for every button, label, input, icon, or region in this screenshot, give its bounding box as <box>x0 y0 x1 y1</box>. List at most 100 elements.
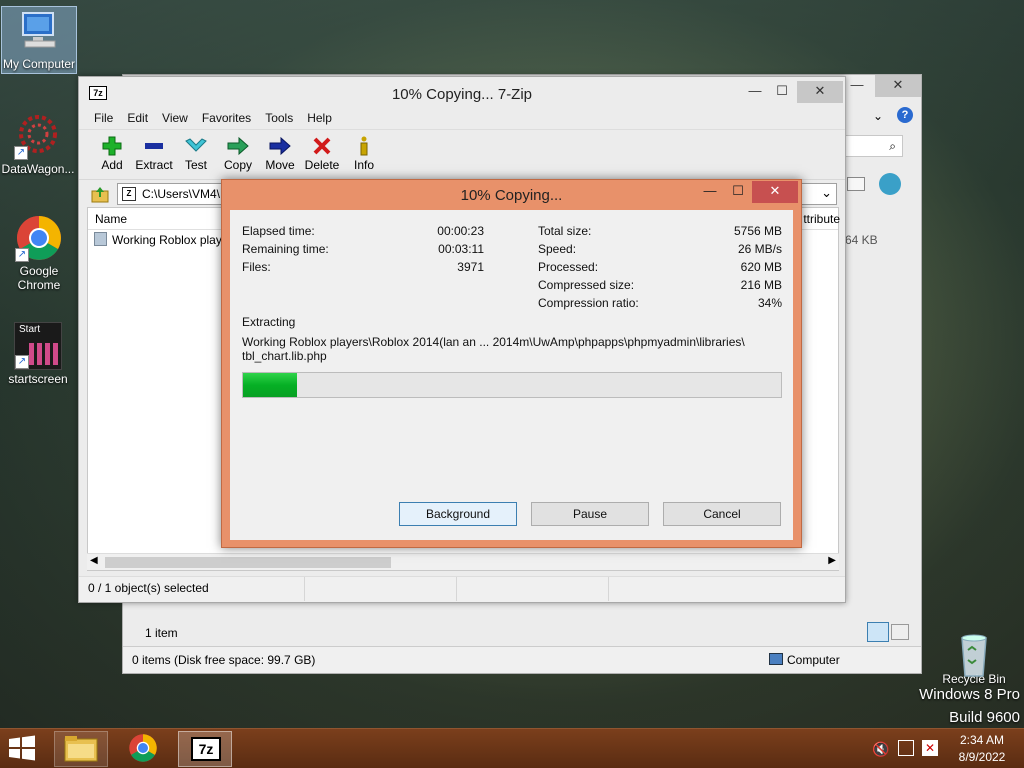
horizontal-scrollbar[interactable]: ◀ ▶ <box>87 553 839 570</box>
current-file-path-line1: Working Roblox players\Roblox 2014(lan a… <box>242 335 745 349</box>
menu-file[interactable]: File <box>87 109 120 129</box>
cancel-button[interactable]: Cancel <box>663 502 781 526</box>
scroll-right-icon[interactable]: ▶ <box>828 555 836 566</box>
large-icons-view-button[interactable] <box>891 624 909 640</box>
taskbar-file-explorer[interactable] <box>54 731 108 767</box>
status-selection: 0 / 1 object(s) selected <box>79 577 305 601</box>
scroll-thumb[interactable] <box>105 557 391 568</box>
shortcut-arrow-icon: ↗ <box>15 355 29 369</box>
desktop-icon-label: Google Chrome <box>17 264 61 292</box>
7zip-taskbar-icon: 7z <box>191 737 221 761</box>
close-button[interactable]: ✕ <box>752 181 798 203</box>
delete-button[interactable]: Delete <box>301 130 343 179</box>
minimize-button[interactable]: — <box>843 75 871 97</box>
move-label: Move <box>265 158 295 172</box>
column-header-name[interactable]: Name <box>95 212 127 226</box>
desktop-icon-label: DataWagon... <box>1 162 75 176</box>
current-file-path-line2: tbl_chart.lib.php <box>242 349 327 363</box>
column-header-attributes[interactable]: ttribute <box>803 212 840 226</box>
desktop-icon-my-computer[interactable]: My Computer <box>1 6 77 74</box>
address-path: C:\Users\VM4\ <box>142 187 221 201</box>
shortcut-arrow-icon: ↗ <box>15 248 29 262</box>
menu-view[interactable]: View <box>155 109 195 129</box>
delete-label: Delete <box>304 158 340 172</box>
taskbar-chrome[interactable] <box>116 731 170 767</box>
scroll-left-icon[interactable]: ◀ <box>90 555 98 566</box>
info-button[interactable]: Info <box>343 130 385 179</box>
arrow-right-icon <box>259 136 301 156</box>
desktop-icon-datawagon[interactable]: ↗ DataWagon... <box>0 112 76 176</box>
chevron-down-icon[interactable]: ⌄ <box>821 185 832 201</box>
explorer-status-right: Computer <box>787 653 840 667</box>
test-button[interactable]: Test <box>175 130 217 179</box>
explorer-ribbon-area: ⌄ ? ⌕ 64 KB <box>843 103 921 247</box>
taskbar: 7z 🔇 ✕ 2:34 AM 8/9/2022 <box>0 728 1024 768</box>
info-icon <box>343 136 385 156</box>
view-toggle-icon[interactable] <box>847 177 865 191</box>
x-icon <box>301 136 343 156</box>
desktop-icon-label: startscreen <box>8 372 68 386</box>
folder-up-icon[interactable] <box>91 185 109 203</box>
minimize-button[interactable]: — <box>741 81 769 103</box>
taskbar-7zip[interactable]: 7z <box>178 731 232 767</box>
watermark-line1: Windows 8 Pro <box>919 686 1020 703</box>
minimize-button[interactable]: — <box>696 181 724 203</box>
size-column-value: 64 KB <box>845 233 878 247</box>
search-icon: ⌕ <box>889 139 896 153</box>
extract-label: Extract <box>135 158 173 172</box>
stat-speed-label: Speed: <box>538 242 577 256</box>
watermark-line2: Build 9600 <box>949 709 1020 726</box>
action-center-icon[interactable]: ✕ <box>922 740 938 756</box>
close-button[interactable]: ✕ <box>875 75 921 97</box>
maximize-button[interactable]: ☐ <box>724 181 752 203</box>
menu-edit[interactable]: Edit <box>120 109 155 129</box>
menu-tools[interactable]: Tools <box>258 109 300 129</box>
network-icon[interactable] <box>898 740 914 756</box>
folder-icon <box>94 232 107 246</box>
globe-icon <box>879 173 901 195</box>
stat-compression-ratio-value: 34% <box>757 296 782 310</box>
stat-remaining-label: Remaining time: <box>242 242 329 256</box>
operation-label: Extracting <box>242 315 296 329</box>
computer-small-icon <box>769 653 783 665</box>
desktop-icon-startscreen[interactable]: Start ↗ startscreen <box>0 322 76 386</box>
clock[interactable]: 2:34 AM 8/9/2022 <box>952 733 1012 764</box>
extract-button[interactable]: Extract <box>133 130 175 179</box>
pause-button[interactable]: Pause <box>531 502 649 526</box>
explorer-item-count: 1 item <box>145 626 178 640</box>
progress-bar-fill <box>243 373 297 397</box>
help-icon[interactable]: ? <box>897 107 913 123</box>
stat-compressed-size-label: Compressed size: <box>538 278 635 292</box>
stat-speed-value: 26 MB/s <box>737 242 782 256</box>
stat-elapsed-value: 00:00:23 <box>437 224 484 238</box>
move-button[interactable]: Move <box>259 130 301 179</box>
menu-help[interactable]: Help <box>300 109 339 129</box>
status-cell <box>305 577 457 601</box>
copy-button[interactable]: Copy <box>217 130 259 179</box>
desktop-icon-google-chrome[interactable]: ↗ Google Chrome <box>1 214 77 292</box>
chevron-down-icon[interactable]: ⌄ <box>873 109 883 123</box>
close-button[interactable]: ✕ <box>797 81 843 103</box>
details-view-button[interactable] <box>867 622 889 642</box>
search-box[interactable]: ⌕ <box>843 135 903 157</box>
volume-muted-icon[interactable]: 🔇 <box>872 741 889 758</box>
copying-progress-dialog[interactable]: 10% Copying... — ☐ ✕ Elapsed time: 00:00… <box>221 179 802 548</box>
arrow-right-icon <box>217 136 259 156</box>
menu-favorites[interactable]: Favorites <box>195 109 258 129</box>
stat-files-value: 3971 <box>457 260 484 274</box>
add-button[interactable]: Add <box>91 130 133 179</box>
chrome-icon: ↗ <box>15 214 63 262</box>
start-button[interactable] <box>8 735 38 763</box>
computer-icon <box>15 7 63 55</box>
desktop-icon-label: My Computer <box>2 57 76 71</box>
background-button[interactable]: Background <box>399 502 517 526</box>
explorer-status-left: 0 items (Disk free space: 99.7 GB) <box>132 653 316 667</box>
info-label: Info <box>353 158 374 172</box>
chrome-icon <box>129 734 157 762</box>
folder-icon <box>64 736 98 762</box>
7zip-status-bar: 0 / 1 object(s) selected <box>79 576 845 602</box>
clock-date: 8/9/2022 <box>958 750 1006 764</box>
7zip-titlebar[interactable]: 7z 10% Copying... 7-Zip — ☐ ✕ <box>79 77 845 109</box>
maximize-button[interactable]: ☐ <box>768 81 796 103</box>
desktop-icon-recycle-bin[interactable]: Recycle Bin <box>936 630 1012 686</box>
